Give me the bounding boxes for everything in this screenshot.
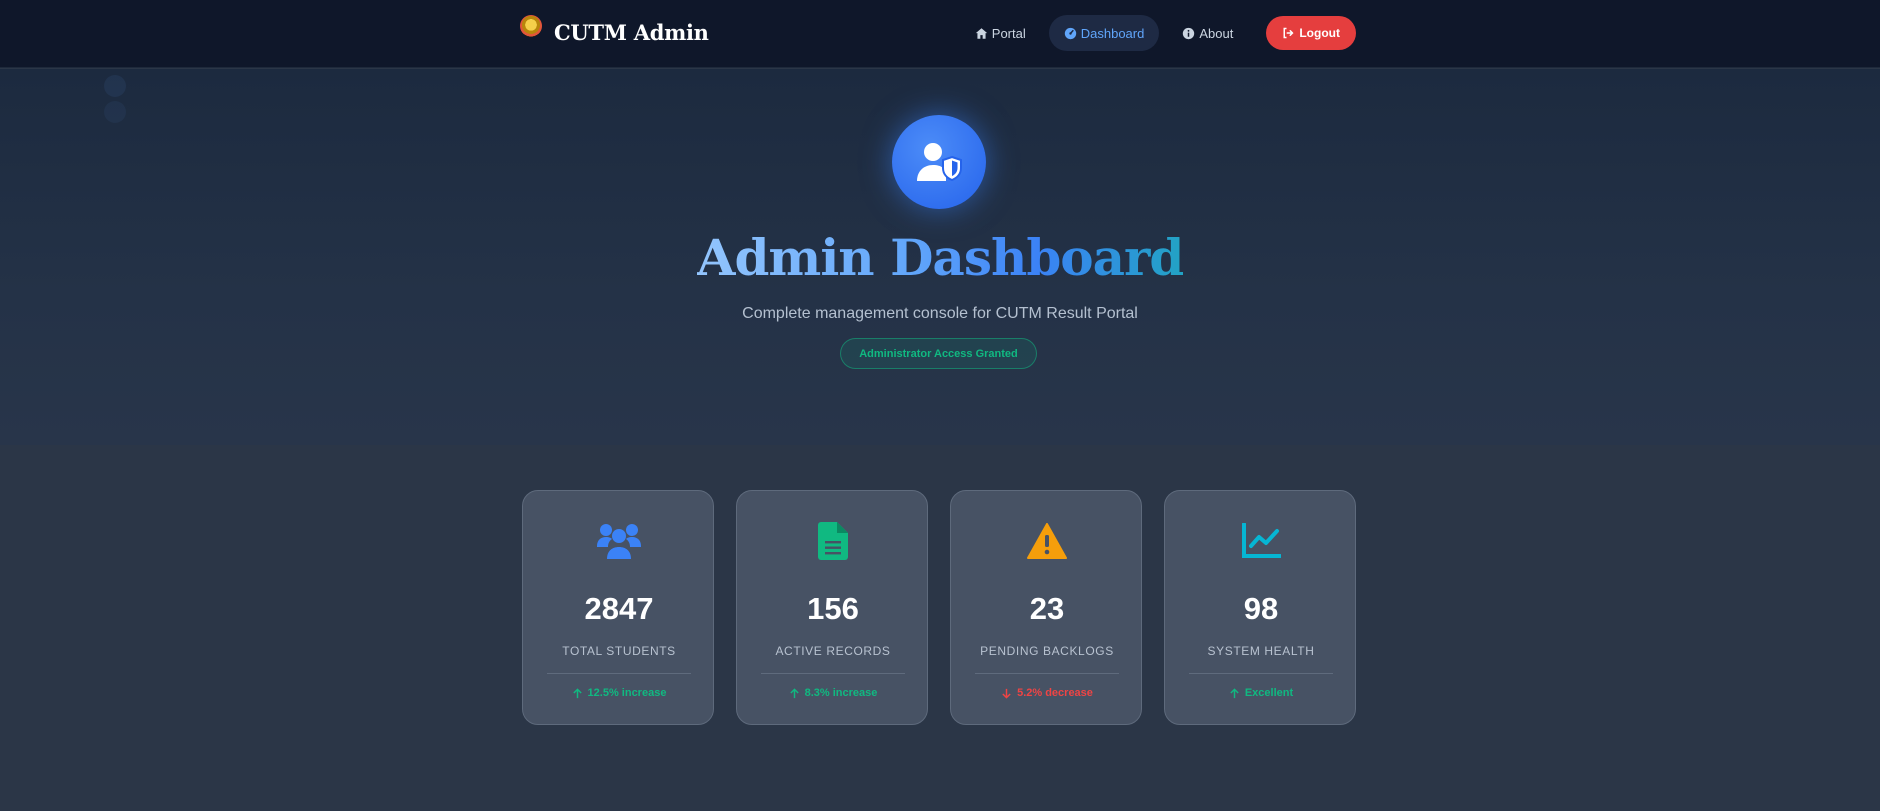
stat-label: PENDING BACKLOGS — [980, 644, 1114, 658]
user-shield-icon — [892, 115, 986, 209]
chart-line-icon — [1165, 521, 1357, 561]
arrow-up-icon — [572, 687, 582, 698]
brand[interactable]: CUTM Admin — [520, 14, 709, 50]
warning-icon — [951, 521, 1143, 561]
stat-trend-text: Excellent — [1244, 687, 1294, 699]
stat-trend-text: 12.5% increase — [587, 687, 667, 699]
nav-item-about[interactable]: About — [1167, 15, 1248, 51]
nav-links: Portal Dashboard About Logout — [952, 15, 1356, 51]
stat-card-system-health[interactable]: 98 SYSTEM HEALTH Excellent — [1164, 490, 1356, 725]
info-icon — [1183, 27, 1195, 39]
stat-value: 23 — [1029, 591, 1065, 626]
divider — [761, 673, 905, 674]
logout-label: Logout — [1299, 26, 1340, 40]
stats-grid: 2847 TOTAL STUDENTS 12.5% increase 156 A… — [522, 490, 1356, 725]
stat-trend: 8.3% increase — [737, 687, 929, 699]
divider — [975, 673, 1119, 674]
decorative-circle — [104, 75, 126, 97]
stat-trend-text: 5.2% decrease — [1017, 687, 1093, 699]
nav-item-label: About — [1199, 25, 1234, 41]
page-title: Admin Dashboard — [696, 228, 1185, 287]
access-badge: Administrator Access Granted — [840, 338, 1037, 369]
arrow-up-icon — [789, 687, 799, 698]
stat-trend: Excellent — [1165, 687, 1357, 699]
divider — [547, 673, 691, 674]
stat-trend-text: 8.3% increase — [804, 687, 878, 699]
divider — [1189, 673, 1333, 674]
cutm-logo-icon — [520, 15, 542, 37]
home-icon — [975, 27, 987, 39]
stat-card-total-students[interactable]: 2847 TOTAL STUDENTS 12.5% increase — [522, 490, 714, 725]
nav-item-dashboard[interactable]: Dashboard — [1048, 15, 1160, 51]
stat-trend: 12.5% increase — [523, 687, 715, 699]
stat-value: 2847 — [584, 591, 654, 626]
nav-item-label: Dashboard — [1080, 25, 1145, 41]
stat-value: 98 — [1243, 591, 1279, 626]
brand-name: CUTM Admin — [554, 19, 709, 45]
stat-card-active-records[interactable]: 156 ACTIVE RECORDS 8.3% increase — [736, 490, 928, 725]
page-subtitle: Complete management console for CUTM Res… — [742, 305, 1138, 322]
nav-item-label: Portal — [991, 25, 1026, 41]
stat-card-pending-backlogs[interactable]: 23 PENDING BACKLOGS 5.2% decrease — [950, 490, 1142, 725]
logout-icon — [1283, 27, 1294, 39]
users-icon — [523, 521, 715, 561]
gauge-icon — [1064, 27, 1076, 39]
nav-item-portal[interactable]: Portal — [960, 15, 1041, 51]
stat-value: 156 — [807, 591, 859, 626]
file-icon — [737, 521, 929, 561]
navbar: CUTM Admin Portal Dashboard About Logout — [0, 0, 1880, 68]
arrow-up-icon — [1230, 687, 1239, 698]
stat-label: ACTIVE RECORDS — [775, 644, 891, 658]
stat-label: SYSTEM HEALTH — [1207, 644, 1315, 658]
arrow-down-icon — [1002, 688, 1011, 699]
stat-trend: 5.2% decrease — [951, 687, 1143, 699]
stat-label: TOTAL STUDENTS — [562, 644, 676, 658]
logout-button[interactable]: Logout — [1266, 16, 1356, 50]
decorative-circle — [104, 101, 126, 123]
hero-section: Admin Dashboard Complete management cons… — [0, 69, 1880, 445]
